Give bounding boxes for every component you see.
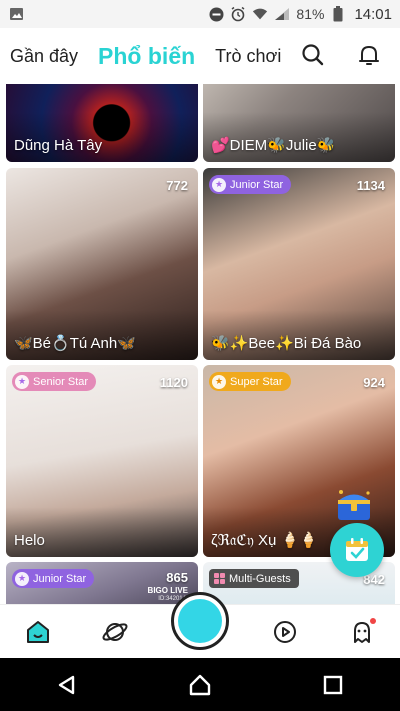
streamer-name: Helo (14, 532, 45, 549)
alarm-icon (230, 6, 246, 22)
calendar-check-icon (346, 538, 368, 561)
battery-icon (330, 6, 346, 22)
streamer-name: Dũng Hà Tây (14, 137, 103, 154)
tab-games[interactable]: Trò chơi (215, 46, 281, 67)
search-icon[interactable] (300, 42, 326, 68)
multi-guests-icon (214, 573, 225, 584)
live-camera-icon (178, 599, 222, 643)
streamer-name: ζℜ𝔞ℭ𝔶 Xụ 🍦🍦 (211, 532, 318, 549)
star-icon: ★ (212, 374, 226, 389)
star-icon: ★ (15, 374, 29, 389)
home-icon[interactable] (185, 670, 215, 700)
nav-video-icon[interactable] (265, 612, 305, 652)
status-bar: 81% 14:01 (0, 0, 400, 28)
clock-time: 14:01 (354, 5, 392, 23)
viewer-count: 924 (363, 375, 385, 390)
nav-explore-icon[interactable] (95, 612, 135, 652)
top-header: Gần đây Phổ biến Trò chơi (0, 28, 400, 84)
stream-grid: Dũng Hà Tây 💕DIEM🐝Julie🐝 772 🦋Bé💍Tú Anh🦋… (0, 84, 400, 604)
nav-profile-icon[interactable] (342, 612, 382, 652)
viewer-count: 772 (166, 178, 188, 193)
tab-recent[interactable]: Gần đây (10, 46, 78, 67)
super-star-badge: ★ Super Star (209, 372, 291, 391)
stream-card[interactable]: 772 🦋Bé💍Tú Anh🦋 (6, 168, 198, 360)
back-icon[interactable] (52, 670, 82, 700)
recents-icon[interactable] (318, 670, 348, 700)
wifi-icon (252, 6, 268, 22)
viewer-count: 1134 (356, 178, 385, 193)
stream-card[interactable]: 💕DIEM🐝Julie🐝 (203, 84, 395, 162)
tab-popular[interactable]: Phổ biến (98, 43, 195, 70)
daily-checkin-button[interactable] (330, 523, 384, 577)
stream-card[interactable]: ★ Junior Star 1134 🐝✨Bee✨Bi Đá Bào (203, 168, 395, 360)
streamer-name: 🦋Bé💍Tú Anh🦋 (14, 335, 136, 352)
viewer-count: 1120 (159, 375, 188, 390)
dnd-icon (208, 6, 224, 22)
stream-card[interactable]: ★ Junior Star 865 BIGO LIVE ID:342014 (6, 562, 198, 604)
nav-home-icon[interactable] (18, 612, 58, 652)
stream-card[interactable]: Dũng Hà Tây (6, 84, 198, 162)
junior-star-badge: ★ Junior Star (209, 175, 292, 194)
bell-icon[interactable] (356, 42, 382, 68)
treasure-chest-icon[interactable] (332, 488, 376, 522)
streamer-name: 💕DIEM🐝Julie🐝 (211, 137, 336, 154)
watermark-label: BIGO LIVE (147, 586, 188, 595)
go-live-button[interactable] (171, 592, 229, 650)
signal-icon (274, 6, 290, 22)
notification-dot (369, 617, 376, 624)
multi-guests-badge: Multi-Guests (209, 569, 299, 588)
image-icon (8, 6, 24, 22)
star-icon: ★ (15, 571, 29, 586)
viewer-count: 865 (166, 570, 188, 585)
streamer-name: 🐝✨Bee✨Bi Đá Bào (211, 335, 362, 352)
star-icon: ★ (212, 177, 226, 192)
system-nav-bar (0, 658, 400, 711)
junior-star-badge: ★ Junior Star (12, 569, 95, 588)
battery-percent: 81% (296, 6, 325, 22)
stream-card[interactable]: ★ Senior Star 1120 Helo (6, 365, 198, 557)
senior-star-badge: ★ Senior Star (12, 372, 97, 391)
